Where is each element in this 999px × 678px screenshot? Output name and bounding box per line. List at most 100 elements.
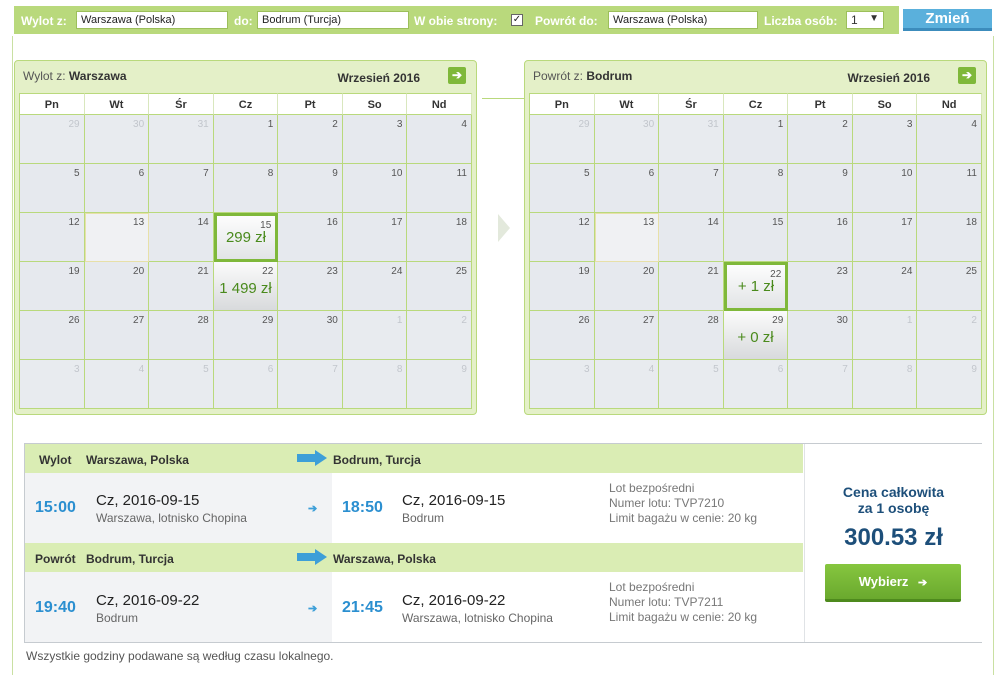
outbound-segment-header: Wylot Warszawa, Polska Bodrum, Turcja	[25, 444, 803, 473]
calendar-day[interactable]: 29 + 0 zł	[723, 311, 789, 360]
flight-summary: Wylot Warszawa, Polska Bodrum, Turcja 15…	[24, 443, 982, 643]
return-input[interactable]: Warszawa (Polska)	[608, 11, 758, 29]
day-number: 1	[267, 119, 274, 130]
return-from: Bodrum, Turcja	[86, 552, 174, 566]
return-title-city: Bodrum	[586, 69, 633, 83]
outbound-calendar-title: Wylot z: Warszawa	[23, 69, 127, 83]
day-number: 4	[648, 364, 655, 375]
day-number: 22	[262, 266, 274, 277]
return-calendar: Powrót z: Bodrum Wrzesień 2016 ➔ Pn Wt Śr C…	[524, 60, 987, 415]
calendar-day: 16	[788, 213, 853, 262]
day-number: 20	[133, 266, 145, 277]
outbound-dep-time: 15:00	[35, 499, 76, 516]
outbound-departure: 15:00 Cz, 2016-09-15 Warszawa, lotnisko …	[25, 473, 332, 543]
roundtrip-checkbox[interactable]: ✓	[511, 14, 523, 26]
weekday-header: Nd	[407, 93, 472, 115]
calendar-day: 21	[659, 262, 724, 311]
calendar-day[interactable]: 22 1 499 zł	[213, 262, 279, 311]
calendar-day: 11	[917, 164, 982, 213]
weekday-header: Cz	[213, 93, 279, 115]
next-month-icon[interactable]: ➔	[448, 67, 466, 84]
calendar-day: 13	[594, 213, 660, 262]
return-to: Warszawa, Polska	[333, 552, 436, 566]
calendar-day: 4	[84, 360, 150, 409]
direct-flight-text: Lot bezpośredni	[609, 580, 695, 594]
day-number: 28	[707, 315, 719, 326]
return-dep-time: 19:40	[35, 599, 76, 616]
day-number: 5	[74, 168, 80, 179]
to-input[interactable]: Bodrum (Turcja)	[257, 11, 409, 29]
calendar-day: 3	[852, 115, 918, 164]
weekday-header: Nd	[917, 93, 982, 115]
outbound-to: Bodrum, Turcja	[333, 453, 421, 467]
search-bar: Wylot z: Warszawa (Polska) do: Bodrum (T…	[14, 6, 899, 34]
to-label: do:	[234, 14, 253, 28]
day-number: 19	[578, 266, 590, 277]
persons-value: 1	[851, 13, 858, 27]
day-number: 29	[262, 315, 274, 326]
total-label-line1: Cena całkowita	[842, 484, 945, 500]
day-number: 3	[584, 364, 590, 375]
calendar-day: 7	[659, 164, 724, 213]
calendar-day: 23	[278, 262, 343, 311]
calendar-day[interactable]: 22 + 1 zł	[723, 262, 789, 311]
arrow-right-icon: ➔	[918, 577, 928, 589]
calendar-day[interactable]: 15 299 zł	[213, 213, 279, 262]
calendar-day: 25	[407, 262, 472, 311]
day-number: 5	[203, 364, 209, 375]
outbound-from: Warszawa, Polska	[86, 453, 189, 467]
calendar-connector	[482, 98, 524, 99]
next-month-icon[interactable]: ➔	[958, 67, 976, 84]
day-number: 5	[713, 364, 719, 375]
calendar-day: 27	[594, 311, 660, 360]
day-number: 30	[836, 315, 848, 326]
day-number: 6	[267, 364, 274, 375]
calendar-day: 14	[659, 213, 724, 262]
day-number: 21	[707, 266, 719, 277]
calendar-day: 1	[852, 311, 918, 360]
day-number: 24	[901, 266, 913, 277]
return-segment-header: Powrót Bodrum, Turcja Warszawa, Polska	[25, 543, 803, 572]
day-number: 9	[332, 168, 338, 179]
day-number: 8	[906, 364, 913, 375]
day-number: 16	[836, 217, 848, 228]
select-flight-button[interactable]: Wybierz ➔	[825, 564, 961, 602]
calendar-day: 23	[788, 262, 853, 311]
day-number: 18	[455, 217, 467, 228]
calendar-day: 10	[342, 164, 408, 213]
day-number: 9	[842, 168, 848, 179]
outbound-dep-place: Warszawa, lotnisko Chopina	[96, 511, 247, 525]
change-search-button[interactable]: Zmień	[903, 9, 992, 31]
calendar-day: 9	[407, 360, 472, 409]
route-arrow-icon	[297, 549, 327, 565]
day-number: 23	[326, 266, 338, 277]
calendar-day: 5	[20, 164, 85, 213]
calendar-day: 2	[407, 311, 472, 360]
return-label: Powrót	[35, 552, 76, 566]
weekday-header: Wt	[84, 93, 150, 115]
day-number: 7	[203, 168, 209, 179]
calendar-day: 7	[278, 360, 343, 409]
return-label: Powrót do:	[535, 14, 598, 28]
calendar-day: 17	[852, 213, 918, 262]
day-number: 9	[971, 364, 977, 375]
from-input[interactable]: Warszawa (Polska)	[76, 11, 228, 29]
persons-select[interactable]: 1 ▼	[846, 11, 884, 29]
weekday-header: Pt	[788, 93, 853, 115]
route-arrow-icon	[297, 450, 327, 466]
day-number: 6	[777, 364, 784, 375]
outbound-arr-date: Cz, 2016-09-15	[402, 492, 506, 509]
calendar-day: 1	[342, 311, 408, 360]
day-number: 30	[326, 315, 338, 326]
day-number: 3	[906, 119, 913, 130]
calendar-day: 20	[594, 262, 660, 311]
calendar-day: 4	[407, 115, 472, 164]
day-number: 30	[133, 119, 145, 130]
weekday-header: So	[342, 93, 408, 115]
calendar-day: 30	[788, 311, 853, 360]
day-number: 24	[391, 266, 403, 277]
direct-flight-text: Lot bezpośredni	[609, 481, 695, 495]
outbound-calendar: Wylot z: Warszawa Wrzesień 2016 ➔ Pn Wt Śr…	[14, 60, 477, 415]
outbound-title-prefix: Wylot z:	[23, 69, 66, 83]
return-title-prefix: Powrót z:	[533, 69, 584, 83]
